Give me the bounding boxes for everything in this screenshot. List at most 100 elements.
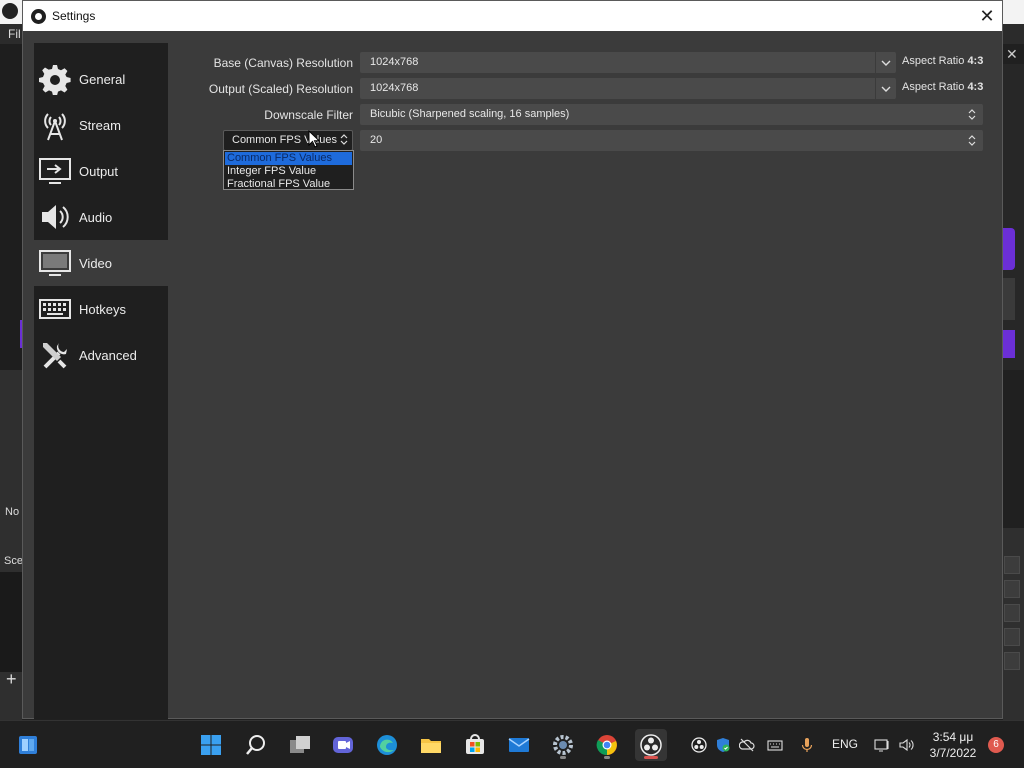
fps-type-dropdown: Common FPS Values Integer FPS Value Frac…	[223, 150, 354, 190]
microphone-icon	[801, 738, 813, 752]
output-monitor-icon	[37, 153, 73, 189]
sidebar-item-stream[interactable]: Stream	[34, 102, 168, 148]
search-button[interactable]	[240, 729, 272, 761]
chrome-icon	[596, 735, 617, 756]
settings-icon	[553, 735, 573, 755]
edge-button[interactable]	[371, 729, 403, 761]
clock[interactable]: 3:54 μμ 3/7/2022	[924, 729, 982, 761]
settings-button[interactable]	[547, 729, 579, 761]
tools-icon	[37, 337, 73, 373]
volume-icon	[899, 738, 914, 752]
task-view-button[interactable]	[284, 729, 316, 761]
downscale-filter-label: Downscale Filter	[264, 108, 353, 122]
mail-button[interactable]	[503, 729, 535, 761]
chat-button[interactable]	[327, 729, 359, 761]
control-button[interactable]	[1003, 278, 1015, 320]
sidebar-item-label: Video	[79, 255, 113, 271]
obs-logo-icon	[2, 3, 18, 19]
store-button[interactable]	[459, 729, 491, 761]
fps-type-value: Common FPS Values	[232, 134, 337, 146]
widgets-icon	[19, 736, 37, 754]
base-resolution-label: Base (Canvas) Resolution	[213, 56, 353, 70]
notification-badge[interactable]: 6	[988, 737, 1004, 753]
dock-control[interactable]	[1004, 604, 1020, 622]
file-explorer-button[interactable]	[415, 729, 447, 761]
output-aspect-ratio: Aspect Ratio 4:3	[902, 81, 984, 93]
base-aspect-value: 4:3	[967, 55, 984, 67]
chrome-button[interactable]	[591, 729, 623, 761]
sidebar-item-label: Hotkeys	[79, 301, 126, 317]
shield-icon	[717, 738, 730, 752]
scenes-dock-title: Sce	[4, 555, 23, 567]
start-streaming-button[interactable]	[1003, 228, 1015, 270]
sidebar-item-hotkeys[interactable]: Hotkeys	[34, 286, 168, 332]
search-icon	[246, 735, 265, 755]
start-recording-button[interactable]	[1003, 330, 1015, 358]
input-language[interactable]: ENG	[832, 737, 858, 751]
obs-preview-area	[0, 44, 22, 370]
dialog-title: Settings	[52, 9, 96, 23]
running-indicator	[560, 756, 566, 759]
sidebar-item-advanced[interactable]: Advanced	[34, 332, 168, 378]
updown-arrows-icon	[340, 133, 352, 148]
base-resolution-value: 1024x768	[370, 56, 419, 68]
settings-sidebar: General Stream Output Audio Video Hotkey…	[34, 43, 168, 719]
base-resolution-combo[interactable]: 1024x768	[360, 52, 896, 73]
close-icon[interactable]: ✕	[1006, 46, 1018, 63]
obs-button[interactable]	[635, 729, 667, 761]
updown-arrows-icon	[962, 104, 982, 125]
task-view-icon	[290, 736, 310, 753]
dropdown-option-fractional-fps[interactable]: Fractional FPS Value	[225, 178, 352, 191]
tray-obs[interactable]	[689, 735, 709, 755]
output-resolution-value: 1024x768	[370, 82, 419, 94]
menu-file[interactable]: Fil	[8, 27, 21, 41]
dock-control[interactable]	[1004, 580, 1020, 598]
output-resolution-combo[interactable]: 1024x768	[360, 78, 896, 99]
settings-dialog: Settings ✕ General Stream Output Audio V…	[22, 0, 1003, 719]
add-scene-button[interactable]: +	[6, 670, 17, 688]
tray-defender[interactable]	[713, 735, 733, 755]
fps-value-select[interactable]: 20	[360, 130, 983, 151]
sidebar-item-general[interactable]: General	[34, 56, 168, 102]
chevron-down-icon	[875, 78, 895, 99]
sidebar-item-video[interactable]: Video	[34, 240, 168, 286]
obs-logo-icon	[31, 9, 46, 24]
clock-date: 3/7/2022	[929, 746, 977, 760]
dropdown-option-common-fps[interactable]: Common FPS Values	[225, 152, 352, 165]
fps-type-select[interactable]: Common FPS Values	[223, 130, 353, 151]
obs-tray-icon	[691, 737, 707, 753]
downscale-filter-value: Bicubic (Sharpened scaling, 16 samples)	[370, 108, 570, 120]
sidebar-item-audio[interactable]: Audio	[34, 194, 168, 240]
edge-icon	[377, 735, 397, 755]
dock-control[interactable]	[1004, 652, 1020, 670]
taskbar: ENG 3:54 μμ 3/7/2022 6	[0, 720, 1024, 768]
updown-arrows-icon	[962, 130, 982, 151]
no-source-label: No	[5, 506, 20, 518]
tray-microphone[interactable]	[797, 735, 817, 755]
dock-control[interactable]	[1004, 628, 1020, 646]
dropdown-option-integer-fps[interactable]: Integer FPS Value	[225, 165, 352, 178]
clock-time: 3:54 μμ	[932, 730, 974, 744]
dock-control[interactable]	[1004, 556, 1020, 574]
monitor-icon	[37, 245, 73, 281]
tray-touch-keyboard[interactable]	[765, 735, 785, 755]
sidebar-item-output[interactable]: Output	[34, 148, 168, 194]
mail-icon	[508, 738, 530, 752]
scenes-list[interactable]	[0, 572, 22, 672]
tray-onedrive[interactable]	[737, 735, 757, 755]
obs-icon	[640, 734, 662, 756]
downscale-filter-select[interactable]: Bicubic (Sharpened scaling, 16 samples)	[360, 104, 983, 125]
fps-value: 20	[370, 134, 383, 146]
tray-volume[interactable]	[896, 735, 916, 755]
keyboard-icon	[767, 740, 783, 751]
keyboard-icon	[37, 291, 73, 327]
start-button[interactable]	[195, 729, 227, 761]
widgets-button[interactable]	[12, 729, 44, 761]
output-resolution-label: Output (Scaled) Resolution	[208, 82, 353, 96]
sidebar-item-label: Output	[79, 163, 119, 179]
tray-network[interactable]	[872, 735, 892, 755]
antenna-icon	[37, 107, 73, 143]
close-button[interactable]: ✕	[975, 6, 999, 26]
base-aspect-ratio: Aspect Ratio 4:3	[902, 55, 984, 67]
dialog-body: General Stream Output Audio Video Hotkey…	[23, 31, 1002, 719]
